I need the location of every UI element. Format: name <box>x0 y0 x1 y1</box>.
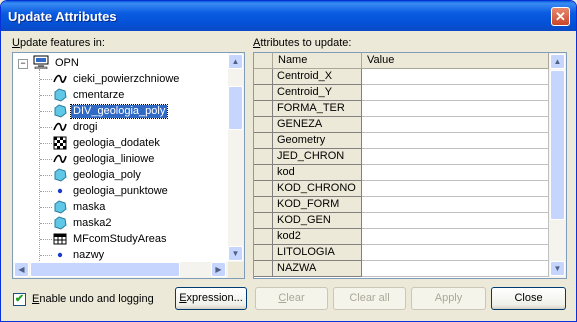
update-features-label: Update features in: <box>12 37 105 49</box>
row-header[interactable] <box>254 197 273 213</box>
row-header[interactable] <box>254 101 273 117</box>
apply-button[interactable]: Apply <box>411 287 486 310</box>
grid-vertical-scrollbar[interactable]: ▲ ▼ <box>549 53 566 278</box>
close-icon: ✕ <box>555 9 566 24</box>
polygon-layer-icon <box>53 216 67 230</box>
polygon-layer-icon <box>53 168 67 182</box>
attribute-name-cell: NAZWA <box>273 261 362 277</box>
attribute-value-cell[interactable] <box>362 245 549 261</box>
clear-all-button[interactable]: Clear all <box>333 287 406 310</box>
tree-item-label[interactable]: geologia_punktowe <box>71 185 170 198</box>
tree-horizontal-scrollbar[interactable]: ◀ ▶ <box>13 262 228 278</box>
scroll-left-button[interactable]: ◀ <box>14 262 29 277</box>
row-header[interactable] <box>254 69 273 85</box>
attribute-value-cell[interactable] <box>362 85 549 101</box>
attribute-name-cell: Geometry <box>273 133 362 149</box>
tree-root-label[interactable]: OPN <box>53 57 81 70</box>
tree-item-label[interactable]: drogi <box>71 121 99 134</box>
grid-scroll-up-button[interactable]: ▲ <box>550 54 565 69</box>
attribute-name-cell: GENEZA <box>273 117 362 133</box>
attribute-value-cell[interactable] <box>362 197 549 213</box>
tree-item-label[interactable]: DIV_geologia_poly <box>69 104 169 119</box>
scroll-right-button[interactable]: ▶ <box>211 262 226 277</box>
attribute-name-cell: FORMA_TER <box>273 101 362 117</box>
attribute-value-cell[interactable] <box>362 133 549 149</box>
computer-icon <box>33 55 49 69</box>
tree-item-label[interactable]: geologia_liniowe <box>71 153 156 166</box>
polygon-layer-icon <box>53 104 67 118</box>
row-header[interactable] <box>254 229 273 245</box>
title-bar: Update Attributes ✕ <box>1 1 576 31</box>
column-header-value[interactable]: Value <box>362 53 549 69</box>
polygon-layer-icon <box>53 200 67 214</box>
attribute-name-cell: LITOLOGIA <box>273 245 362 261</box>
attribute-name-cell: kod2 <box>273 229 362 245</box>
line-layer-icon <box>53 120 67 134</box>
tree-collapse-toggle[interactable]: − <box>18 59 28 69</box>
expression-button[interactable]: Expression... <box>175 287 247 310</box>
line-layer-icon <box>53 152 67 166</box>
attribute-name-cell: Centroid_Y <box>273 85 362 101</box>
scroll-thumb[interactable] <box>228 86 243 130</box>
attribute-value-cell[interactable] <box>362 69 549 85</box>
row-header[interactable] <box>254 213 273 229</box>
raster-layer-icon <box>53 136 67 150</box>
attribute-name-cell: Centroid_X <box>273 69 362 85</box>
row-header[interactable] <box>254 245 273 261</box>
attribute-value-cell[interactable] <box>362 149 549 165</box>
scroll-down-button[interactable]: ▼ <box>228 246 243 261</box>
attribute-value-cell[interactable] <box>362 229 549 245</box>
tree-item-label[interactable]: cieki_powierzchniowe <box>71 73 181 86</box>
row-header[interactable] <box>254 181 273 197</box>
attribute-value-cell[interactable] <box>362 181 549 197</box>
attribute-name-cell: KOD_GEN <box>273 213 362 229</box>
attribute-name-cell: JED_CHRON <box>273 149 362 165</box>
attributes-grid[interactable]: Name Value Centroid_X Centroid_Y FORMA_TER… <box>253 52 567 279</box>
row-header[interactable] <box>254 165 273 181</box>
attribute-value-cell[interactable] <box>362 165 549 181</box>
row-header[interactable] <box>254 149 273 165</box>
tree-item-label[interactable]: geologia_dodatek <box>71 137 162 150</box>
grid-scroll-down-button[interactable]: ▼ <box>550 261 565 276</box>
row-header[interactable] <box>254 133 273 149</box>
tree-item-label[interactable]: cmentarze <box>71 89 126 102</box>
row-header[interactable] <box>254 117 273 133</box>
attribute-value-cell[interactable] <box>362 213 549 229</box>
close-button[interactable]: Close <box>491 287 566 310</box>
enable-undo-checkbox[interactable]: ✔ <box>13 293 26 306</box>
table-icon <box>53 232 67 246</box>
tree-item-label[interactable]: MFcomStudyAreas <box>71 233 169 246</box>
attribute-name-cell: KOD_FORM <box>273 197 362 213</box>
polygon-layer-icon <box>53 88 67 102</box>
tree-vertical-scrollbar[interactable]: ▲ ▼ <box>228 53 244 262</box>
row-header[interactable] <box>254 85 273 101</box>
tree-item-label[interactable]: maska <box>71 201 107 214</box>
row-header[interactable] <box>254 261 273 277</box>
attribute-value-cell[interactable] <box>362 261 549 277</box>
h-scroll-thumb[interactable] <box>30 262 180 277</box>
attribute-value-cell[interactable] <box>362 117 549 133</box>
point-layer-icon <box>53 184 67 198</box>
grid-scroll-thumb[interactable] <box>550 70 565 220</box>
update-attributes-dialog: Update Attributes ✕ Update features in: … <box>0 0 577 322</box>
column-header-name[interactable]: Name <box>273 53 362 69</box>
enable-undo-label[interactable]: Enable undo and logging <box>32 293 154 305</box>
scroll-up-button[interactable]: ▲ <box>228 54 243 69</box>
point-layer-icon <box>53 248 67 262</box>
tree-item-label[interactable]: geologia_poly <box>71 169 143 182</box>
features-tree[interactable]: − OPN cieki_powierzchniowe cmentarze DIV_g… <box>12 52 245 279</box>
attributes-to-update-label: Attributes to update: <box>253 37 352 49</box>
tree-item-label[interactable]: maska2 <box>71 217 114 230</box>
attribute-name-cell: kod <box>273 165 362 181</box>
clear-button[interactable]: Clear <box>255 287 328 310</box>
attribute-value-cell[interactable] <box>362 101 549 117</box>
window-title: Update Attributes <box>8 9 117 24</box>
tree-item-label[interactable]: nazwy <box>71 249 106 262</box>
line-layer-icon <box>53 72 67 86</box>
attribute-name-cell: KOD_CHRONO <box>273 181 362 197</box>
close-window-button[interactable]: ✕ <box>551 7 570 26</box>
